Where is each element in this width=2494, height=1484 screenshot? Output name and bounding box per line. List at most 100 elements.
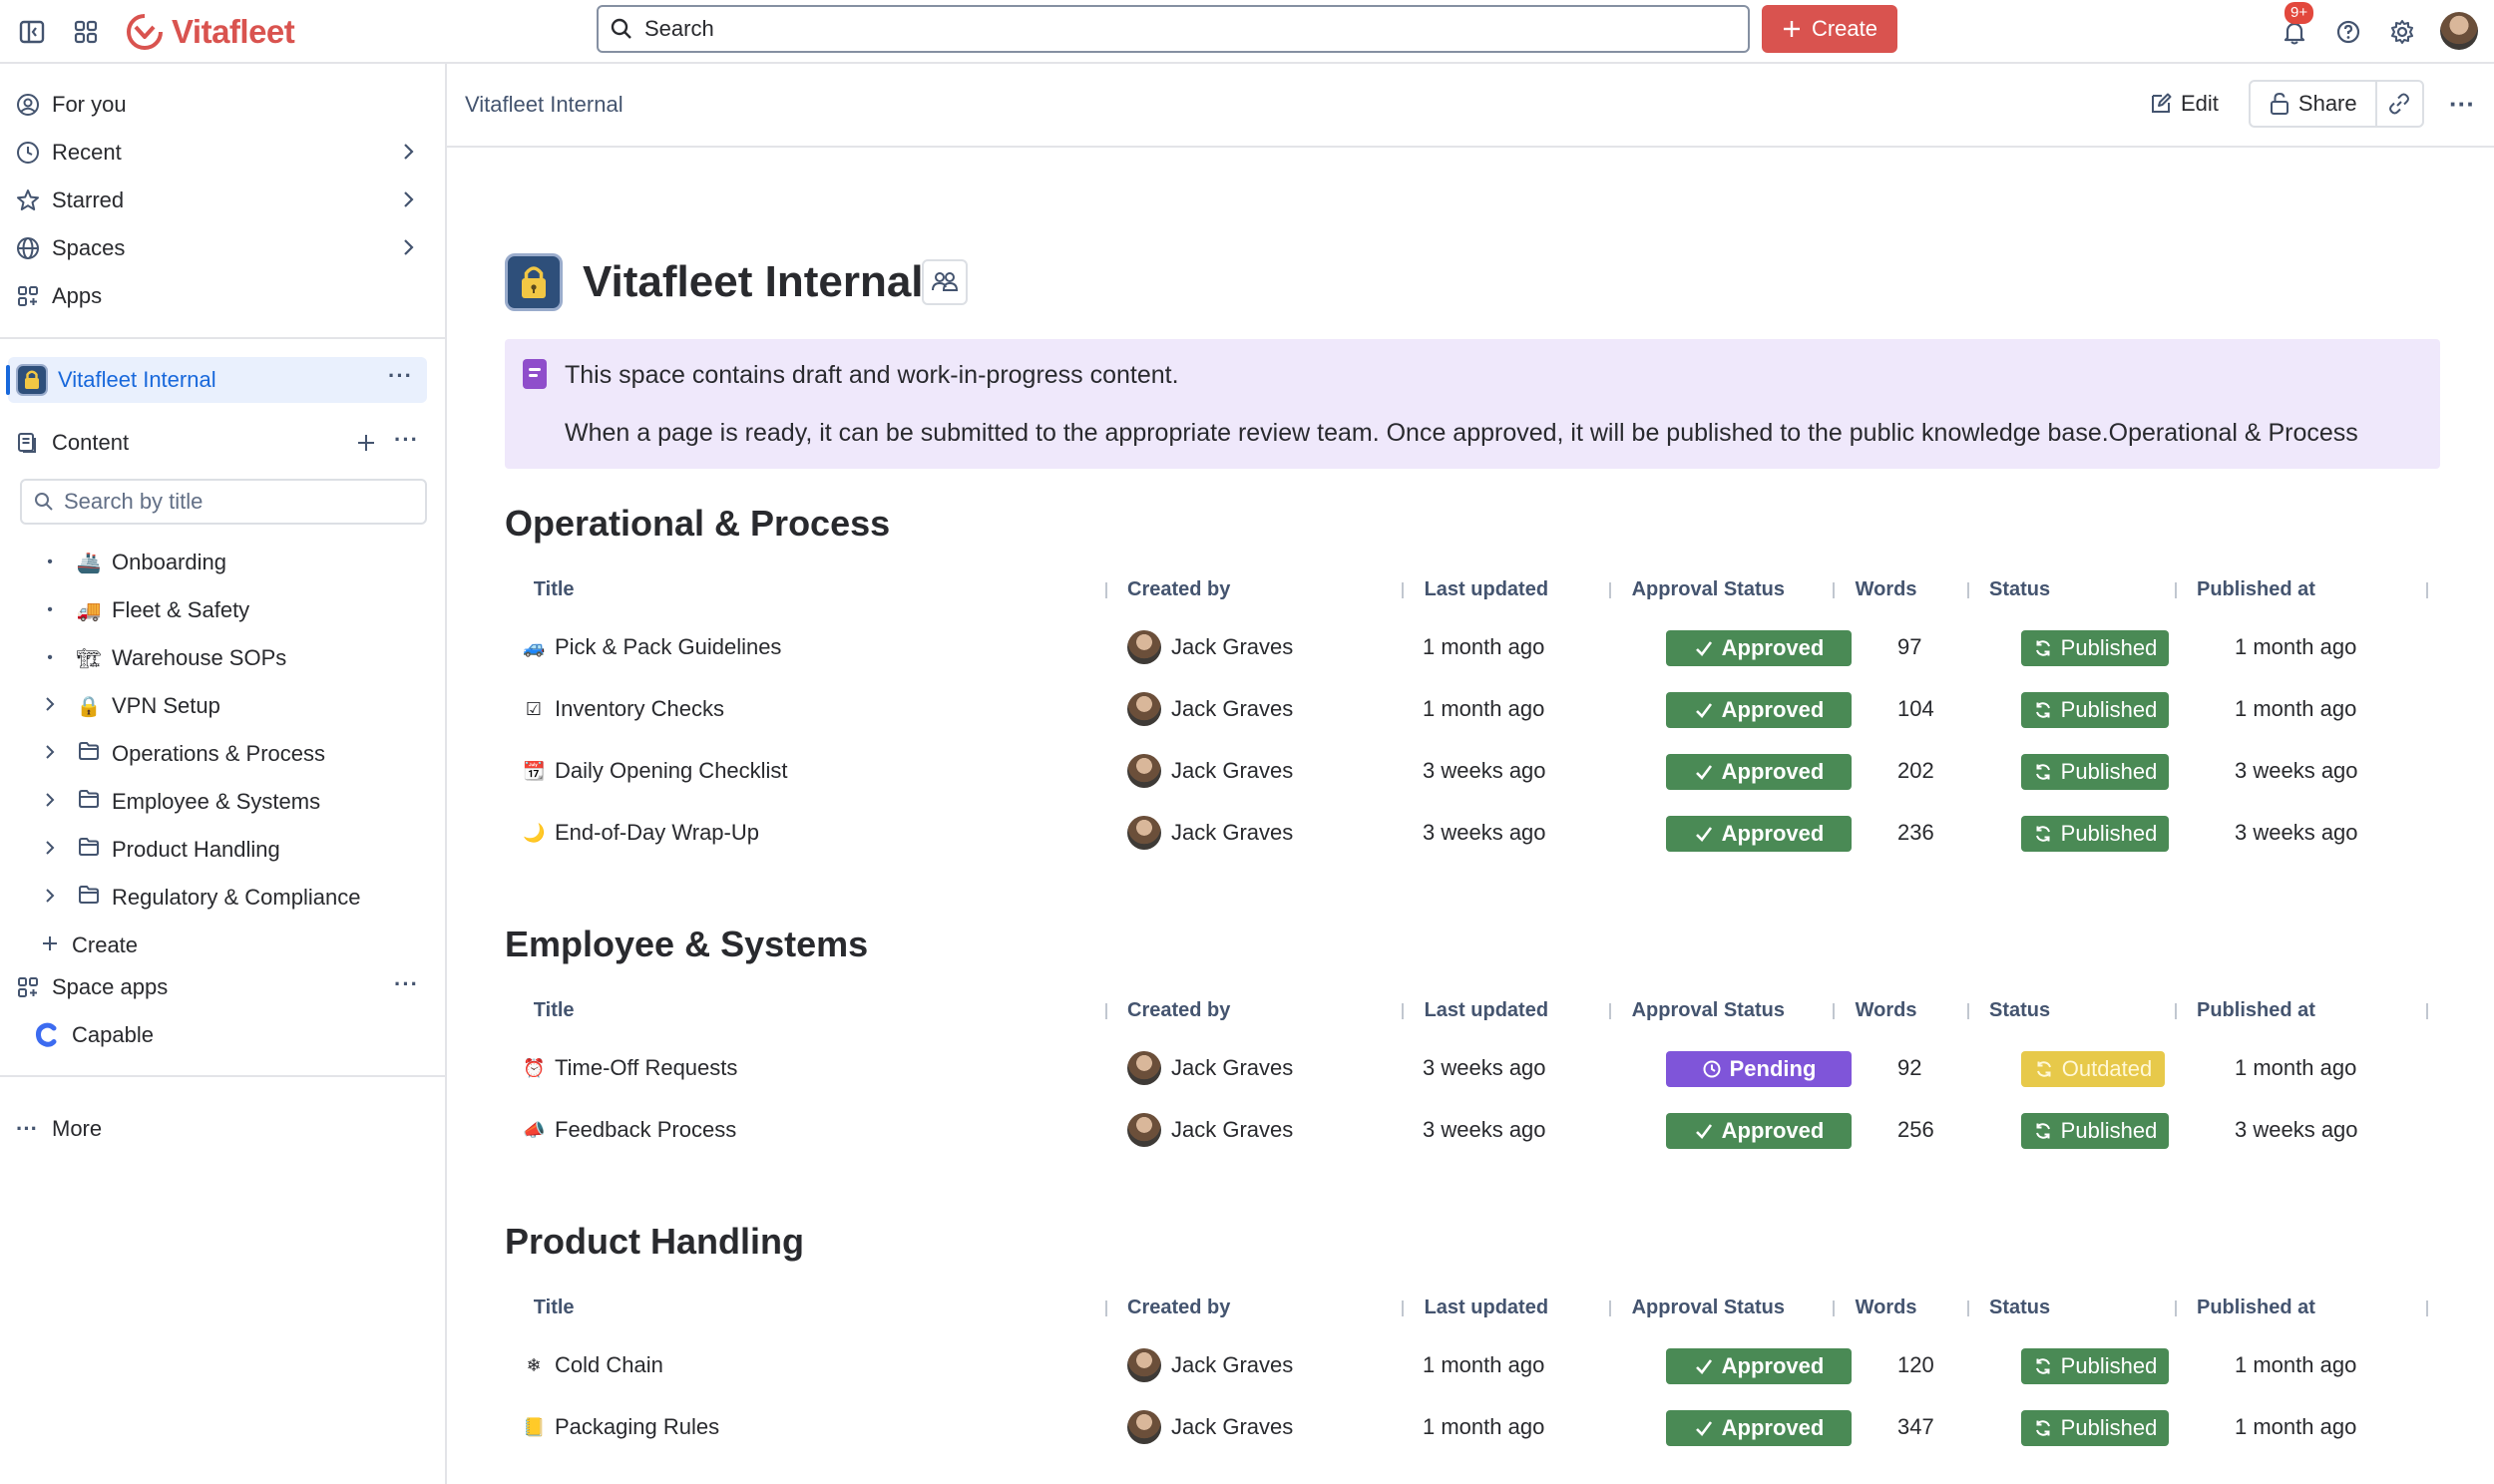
copy-link-icon[interactable] bbox=[2377, 82, 2422, 126]
column-resize-handle[interactable] bbox=[1966, 1300, 1969, 1316]
sidebar-item-more[interactable]: ··· More bbox=[16, 1107, 431, 1151]
chevron-right-icon[interactable] bbox=[397, 236, 419, 258]
column-header-title[interactable]: Title bbox=[534, 578, 575, 601]
breadcrumb[interactable]: Vitafleet Internal bbox=[465, 92, 624, 118]
share-button[interactable]: Share bbox=[2251, 82, 2377, 126]
column-header-title[interactable]: Title bbox=[534, 999, 575, 1022]
sidebar-item-content[interactable]: Content ··· bbox=[16, 421, 431, 465]
column-header-words[interactable]: Words bbox=[1856, 1297, 1917, 1319]
cell-title[interactable]: ❄ Cold Chain bbox=[523, 1352, 663, 1378]
app-switcher-icon[interactable] bbox=[68, 14, 104, 50]
cell-created-by[interactable]: Jack Graves bbox=[1127, 816, 1293, 850]
cell-created-by[interactable]: Jack Graves bbox=[1127, 1051, 1293, 1085]
tree-item-onboarding[interactable]: • 🚢 Onboarding bbox=[36, 541, 435, 584]
column-header-last-updated[interactable]: Last updated bbox=[1425, 578, 1548, 601]
table-row[interactable]: 📣 Feedback Process Jack Graves 3 weeks ago A… bbox=[505, 1099, 2440, 1161]
sidebar-item-current-space[interactable]: Vitafleet Internal ··· bbox=[6, 357, 427, 403]
page-title-link[interactable]: Packaging Rules bbox=[555, 1414, 719, 1440]
settings-gear-icon[interactable] bbox=[2384, 14, 2420, 50]
tree-item-warehouse-sops[interactable]: • 🏗 Warehouse SOPs bbox=[36, 636, 435, 680]
page-title-link[interactable]: Feedback Process bbox=[555, 1117, 736, 1143]
column-header-created-by[interactable]: Created by bbox=[1127, 1297, 1230, 1319]
help-icon[interactable] bbox=[2330, 14, 2366, 50]
column-resize-handle[interactable] bbox=[1609, 582, 1612, 598]
page-title-link[interactable]: Pick & Pack Guidelines bbox=[555, 634, 781, 660]
table-row[interactable]: 🚙 Pick & Pack Guidelines Jack Graves 1 mont… bbox=[505, 616, 2440, 678]
add-content-plus-icon[interactable] bbox=[355, 432, 377, 454]
space-more-actions-icon[interactable]: ··· bbox=[388, 363, 413, 389]
column-header-published-at[interactable]: Published at bbox=[2197, 999, 2315, 1022]
chevron-right-icon[interactable] bbox=[36, 887, 64, 910]
sidebar-item-spaces[interactable]: Spaces bbox=[16, 226, 431, 270]
more-actions-icon[interactable]: ··· bbox=[2440, 82, 2484, 126]
global-search-input[interactable]: Search bbox=[597, 5, 1750, 53]
chevron-right-icon[interactable] bbox=[397, 141, 419, 163]
cell-title[interactable]: ⏰ Time-Off Requests bbox=[523, 1055, 737, 1081]
tree-item-employee-systems[interactable]: Employee & Systems bbox=[36, 780, 435, 824]
page-title-link[interactable]: Cold Chain bbox=[555, 1352, 663, 1378]
column-resize-handle[interactable] bbox=[2426, 1300, 2429, 1316]
tree-item-operations-process[interactable]: Operations & Process bbox=[36, 732, 435, 776]
cell-title[interactable]: 🚙 Pick & Pack Guidelines bbox=[523, 634, 781, 660]
space-apps-more-icon[interactable]: ··· bbox=[394, 971, 419, 997]
tree-item-regulatory-compliance[interactable]: Regulatory & Compliance bbox=[36, 876, 435, 920]
chevron-right-icon[interactable] bbox=[36, 839, 64, 862]
sidebar-toggle-icon[interactable] bbox=[14, 14, 50, 50]
column-header-published-at[interactable]: Published at bbox=[2197, 1297, 2315, 1319]
column-header-status[interactable]: Status bbox=[1989, 578, 2050, 601]
column-resize-handle[interactable] bbox=[1104, 582, 1107, 598]
tree-create-button[interactable]: Create bbox=[36, 924, 435, 967]
space-members-icon[interactable] bbox=[922, 259, 968, 305]
cell-created-by[interactable]: Jack Graves bbox=[1127, 692, 1293, 726]
tree-item-product-handling[interactable]: Product Handling bbox=[36, 828, 435, 872]
column-resize-handle[interactable] bbox=[2174, 1300, 2177, 1316]
column-resize-handle[interactable] bbox=[1833, 582, 1836, 598]
column-resize-handle[interactable] bbox=[1609, 1003, 1612, 1019]
column-resize-handle[interactable] bbox=[1966, 582, 1969, 598]
column-resize-handle[interactable] bbox=[1104, 1003, 1107, 1019]
column-resize-handle[interactable] bbox=[1833, 1003, 1836, 1019]
column-resize-handle[interactable] bbox=[1609, 1300, 1612, 1316]
column-header-published-at[interactable]: Published at bbox=[2197, 578, 2315, 601]
cell-title[interactable]: 📆 Daily Opening Checklist bbox=[523, 758, 788, 784]
brand-logo[interactable]: Vitafleet bbox=[126, 8, 295, 56]
page-title-link[interactable]: End-of-Day Wrap-Up bbox=[555, 820, 759, 846]
column-resize-handle[interactable] bbox=[1104, 1300, 1107, 1316]
cell-created-by[interactable]: Jack Graves bbox=[1127, 1348, 1293, 1382]
column-resize-handle[interactable] bbox=[1833, 1300, 1836, 1316]
cell-created-by[interactable]: Jack Graves bbox=[1127, 1410, 1293, 1444]
cell-created-by[interactable]: Jack Graves bbox=[1127, 754, 1293, 788]
chevron-right-icon[interactable] bbox=[397, 188, 419, 210]
column-header-approval-status[interactable]: Approval Status bbox=[1632, 999, 1785, 1022]
table-row[interactable]: ☑ Inventory Checks Jack Graves 1 month ago A… bbox=[505, 678, 2440, 740]
table-row[interactable]: 📒 Packaging Rules Jack Graves 1 month ago Ap… bbox=[505, 1396, 2440, 1458]
table-row[interactable]: 📆 Daily Opening Checklist Jack Graves 3 wee… bbox=[505, 740, 2440, 802]
sidebar-item-starred[interactable]: Starred bbox=[16, 179, 431, 222]
column-header-words[interactable]: Words bbox=[1856, 999, 1917, 1022]
table-row[interactable]: ❄ Cold Chain Jack Graves 1 month ago Approve… bbox=[505, 1334, 2440, 1396]
column-header-approval-status[interactable]: Approval Status bbox=[1632, 1297, 1785, 1319]
column-header-created-by[interactable]: Created by bbox=[1127, 999, 1230, 1022]
column-resize-handle[interactable] bbox=[1402, 1003, 1405, 1019]
chevron-right-icon[interactable] bbox=[36, 791, 64, 814]
column-resize-handle[interactable] bbox=[2174, 1003, 2177, 1019]
column-header-title[interactable]: Title bbox=[534, 1297, 575, 1319]
column-resize-handle[interactable] bbox=[1402, 1300, 1405, 1316]
sidebar-item-apps[interactable]: Apps bbox=[16, 274, 431, 318]
column-resize-handle[interactable] bbox=[2174, 582, 2177, 598]
create-button[interactable]: Create bbox=[1762, 5, 1897, 53]
column-header-status[interactable]: Status bbox=[1989, 999, 2050, 1022]
page-title-link[interactable]: Inventory Checks bbox=[555, 696, 724, 722]
column-header-created-by[interactable]: Created by bbox=[1127, 578, 1230, 601]
sidebar-item-space-apps[interactable]: Space apps ··· bbox=[16, 965, 431, 1009]
page-title-link[interactable]: Daily Opening Checklist bbox=[555, 758, 788, 784]
column-resize-handle[interactable] bbox=[2426, 1003, 2429, 1019]
column-resize-handle[interactable] bbox=[1966, 1003, 1969, 1019]
table-row[interactable]: ⏰ Time-Off Requests Jack Graves 3 weeks ago… bbox=[505, 1037, 2440, 1099]
cell-title[interactable]: ☑ Inventory Checks bbox=[523, 696, 724, 722]
cell-title[interactable]: 📒 Packaging Rules bbox=[523, 1414, 719, 1440]
cell-created-by[interactable]: Jack Graves bbox=[1127, 1113, 1293, 1147]
column-header-status[interactable]: Status bbox=[1989, 1297, 2050, 1319]
column-resize-handle[interactable] bbox=[2426, 582, 2429, 598]
tree-item-fleet-safety[interactable]: • 🚚 Fleet & Safety bbox=[36, 588, 435, 632]
